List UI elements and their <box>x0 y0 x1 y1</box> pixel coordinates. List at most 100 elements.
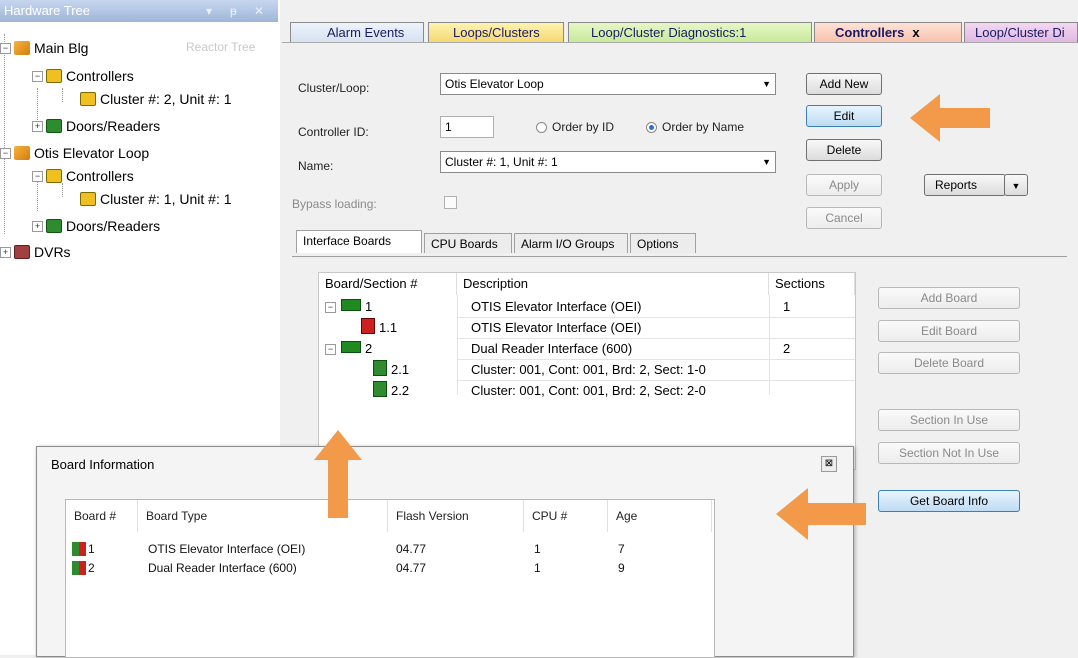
close-icon[interactable]: ⊠ <box>821 456 837 472</box>
tree-line <box>4 34 5 234</box>
tab-alarm-io-groups[interactable]: Alarm I/O Groups <box>514 233 628 253</box>
tree-node-main-blg[interactable]: Main Blg <box>14 38 88 58</box>
section-in-use-button[interactable]: Section In Use <box>878 409 1020 431</box>
tree-node-doors-readers[interactable]: Doors/Readers <box>46 216 160 236</box>
tree-expander[interactable]: + <box>32 221 43 232</box>
column-header-age[interactable]: Age <box>608 500 712 532</box>
column-header-sections[interactable]: Sections <box>769 273 855 295</box>
table-row[interactable]: 2.2 Cluster: 001, Cont: 001, Brd: 2, Sec… <box>319 381 855 401</box>
tab-interface-boards[interactable]: Interface Boards <box>296 230 422 253</box>
tab-label: Alarm Events <box>327 25 405 40</box>
column-header-cpu[interactable]: CPU # <box>524 500 608 532</box>
tab-controllers[interactable]: Controllers x <box>814 22 962 42</box>
age-cell: 7 <box>618 542 625 556</box>
door-icon <box>46 219 62 233</box>
tree-node-label: DVRs <box>34 244 71 260</box>
tree-node-label: Main Blg <box>34 40 89 56</box>
controller-id-label: Controller ID: <box>298 125 369 139</box>
pin-icon[interactable]: ᵽ <box>230 0 237 22</box>
cancel-button[interactable]: Cancel <box>806 207 882 229</box>
interface-board-list[interactable]: Board/Section # Description Sections − 1… <box>318 272 856 470</box>
controller-icon <box>80 192 96 206</box>
board-status-icon <box>72 542 86 556</box>
get-board-info-button[interactable]: Get Board Info <box>878 490 1020 512</box>
order-by-id-radio[interactable] <box>536 122 547 133</box>
board-number-cell: 2.2 <box>373 381 409 401</box>
column-header-flash-version[interactable]: Flash Version <box>388 500 524 532</box>
delete-button[interactable]: Delete <box>806 139 882 161</box>
tab-cpu-boards[interactable]: CPU Boards <box>424 233 512 253</box>
bypass-loading-checkbox[interactable] <box>444 196 457 209</box>
controller-id-field[interactable]: 1 <box>440 116 494 138</box>
close-pane-icon[interactable]: ✕ <box>254 0 264 22</box>
pane-menu-icon[interactable]: ▾ <box>206 0 212 22</box>
subtab-divider <box>292 256 1067 257</box>
apply-button[interactable]: Apply <box>806 174 882 196</box>
tree-node-otis-elevator-loop[interactable]: Otis Elevator Loop <box>14 143 149 163</box>
name-select[interactable]: Cluster #: 1, Unit #: 1 ▼ <box>440 151 776 173</box>
tab-alarm-events[interactable]: Alarm Events <box>290 22 424 42</box>
age-cell: 9 <box>618 561 625 575</box>
reports-dropdown-button[interactable]: ▼ <box>1004 174 1028 196</box>
tree-line <box>62 88 63 102</box>
board-info-list[interactable]: Board # Board Type Flash Version CPU # A… <box>65 499 715 658</box>
table-row[interactable]: − 1 OTIS Elevator Interface (OEI) 1 <box>319 297 855 317</box>
loop-icon <box>14 146 30 160</box>
board-type-cell: Dual Reader Interface (600) <box>148 561 297 575</box>
door-icon <box>46 119 62 133</box>
tab-label: Loop/Cluster Diagnostics:1 <box>591 25 747 40</box>
column-header-description[interactable]: Description <box>457 273 769 295</box>
tree-expander[interactable]: − <box>325 344 336 355</box>
arrow-left-icon <box>910 94 990 142</box>
sections-cell: 2 <box>783 341 791 356</box>
arrow-up-icon <box>314 430 362 518</box>
section-green-icon <box>373 360 387 376</box>
tree-expander[interactable]: − <box>32 171 43 182</box>
bypass-loading-label: Bypass loading: <box>292 197 377 211</box>
table-row[interactable]: − 2 Dual Reader Interface (600) 2 <box>319 339 855 359</box>
cluster-loop-select[interactable]: Otis Elevator Loop ▼ <box>440 73 776 95</box>
edit-button[interactable]: Edit <box>806 105 882 127</box>
tab-label: Loop/Cluster Di <box>975 25 1065 40</box>
reports-button[interactable]: Reports <box>924 174 1006 196</box>
column-header-board-number[interactable]: Board # <box>66 500 138 532</box>
tree-expander[interactable]: − <box>0 43 11 54</box>
tree-node-cluster-1[interactable]: Cluster #: 1, Unit #: 1 <box>80 189 232 209</box>
tree-expander[interactable]: + <box>0 247 11 258</box>
add-new-button[interactable]: Add New <box>806 73 882 95</box>
order-by-name-radio[interactable] <box>646 122 657 133</box>
controller-icon <box>46 169 62 183</box>
tree-node-dvrs[interactable]: DVRs <box>14 242 71 262</box>
table-row[interactable]: 2.1 Cluster: 001, Cont: 001, Brd: 2, Sec… <box>319 360 855 380</box>
tree-expander[interactable]: + <box>32 121 43 132</box>
faded-tree-header: Reactor Tree <box>186 40 256 54</box>
close-tab-icon[interactable]: x <box>912 25 919 40</box>
edit-board-button[interactable]: Edit Board <box>878 320 1020 342</box>
column-header-board-section[interactable]: Board/Section # <box>319 273 457 295</box>
tree-node-doors-readers[interactable]: Doors/Readers <box>46 116 160 136</box>
flash-version-cell: 04.77 <box>396 542 427 556</box>
name-label: Name: <box>298 159 334 173</box>
tree-node-label: Otis Elevator Loop <box>34 145 150 161</box>
section-not-in-use-button[interactable]: Section Not In Use <box>878 442 1020 464</box>
board-number-cell: 1 <box>72 540 95 558</box>
tree-node-controllers[interactable]: Controllers <box>46 66 134 86</box>
description-cell: OTIS Elevator Interface (OEI) <box>471 299 642 314</box>
controller-icon <box>80 92 96 106</box>
tree-node-controllers[interactable]: Controllers <box>46 166 134 186</box>
tree-node-label: Controllers <box>66 168 134 184</box>
delete-board-button[interactable]: Delete Board <box>878 352 1020 374</box>
board-number-cell: 2 <box>72 559 95 577</box>
tab-loop-cluster-di[interactable]: Loop/Cluster Di <box>964 22 1078 42</box>
tree-expander[interactable]: − <box>325 302 336 313</box>
table-row[interactable]: 1.1 OTIS Elevator Interface (OEI) <box>319 318 855 338</box>
add-board-button[interactable]: Add Board <box>878 287 1020 309</box>
tree-expander[interactable]: − <box>0 148 11 159</box>
tree-node-cluster-2[interactable]: Cluster #: 2, Unit #: 1 <box>80 89 232 109</box>
tab-loop-cluster-diagnostics[interactable]: Loop/Cluster Diagnostics:1 <box>568 22 812 42</box>
tab-options[interactable]: Options <box>630 233 696 253</box>
tab-loops-clusters[interactable]: Loops/Clusters <box>428 22 564 42</box>
tree-node-label: Cluster #: 2, Unit #: 1 <box>100 91 232 107</box>
tree-expander[interactable]: − <box>32 71 43 82</box>
chevron-down-icon: ▼ <box>762 157 771 167</box>
